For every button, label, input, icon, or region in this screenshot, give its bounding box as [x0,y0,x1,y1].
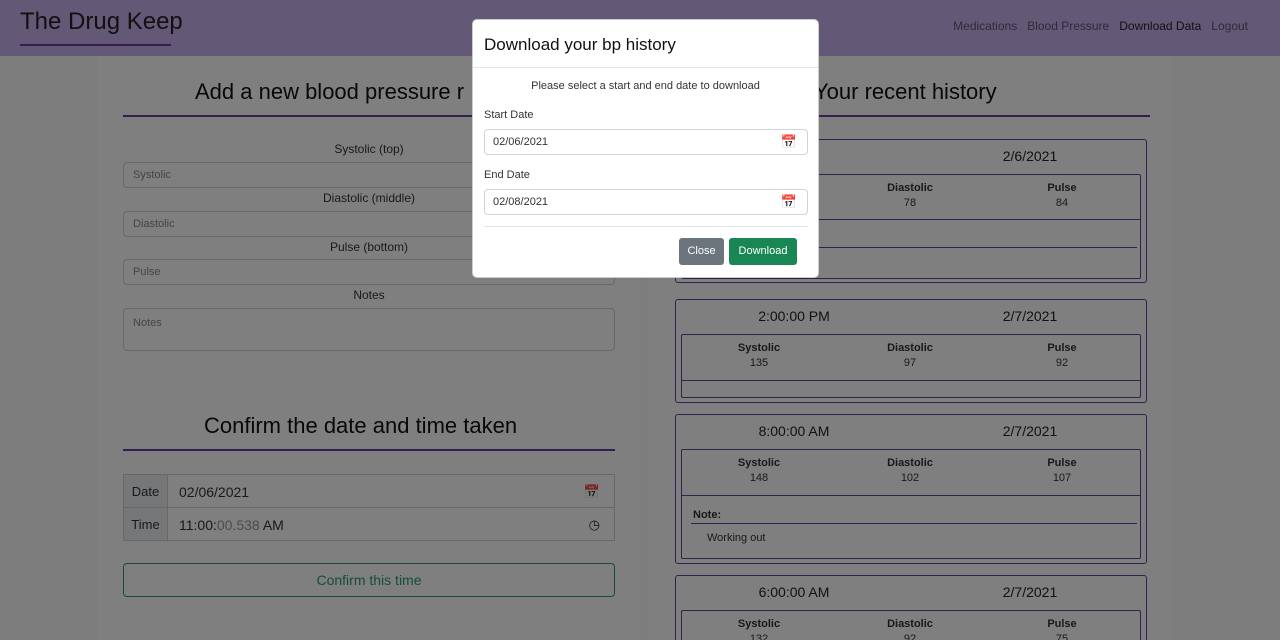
start-date-value: 02/06/2021 [493,136,549,148]
close-button[interactable]: Close [679,238,724,265]
calendar-icon[interactable]: 📅 [781,194,797,210]
end-date-input[interactable]: 02/08/2021 📅 [484,189,808,215]
download-modal: Download your bp history Please select a… [472,19,819,278]
start-date-label: Start Date [484,109,534,121]
end-date-label: End Date [484,169,530,181]
modal-header-divider [473,67,818,68]
calendar-icon[interactable]: 📅 [781,134,797,150]
end-date-value: 02/08/2021 [493,196,549,208]
modal-message: Please select a start and end date to do… [531,80,760,92]
download-button[interactable]: Download [729,238,797,265]
modal-title: Download your bp history [484,35,676,54]
start-date-input[interactable]: 02/06/2021 📅 [484,129,808,155]
modal-footer-divider [484,226,808,227]
